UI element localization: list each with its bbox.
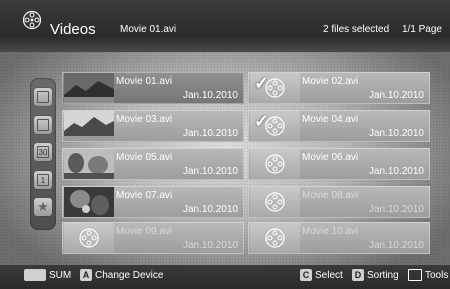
d-key-icon: D [352,269,364,281]
file-name: Movie 06.avi [302,152,359,163]
change-device-label: Change Device [95,269,164,281]
sort-sidebar: 30 1 ★ [30,78,56,230]
change-device-button[interactable]: A Change Device [80,269,163,281]
selection-status: 2 files selected 1/1 Page [313,24,442,35]
video-thumbnail [64,73,114,103]
sum-label: SUM [49,269,72,281]
file-tile[interactable]: Movie 09.avi Jan.10.2010 [62,222,244,254]
folder-icon[interactable] [34,88,52,106]
folder-icon[interactable] [34,116,52,134]
select-label: Select [315,269,343,281]
calendar-icon[interactable]: 30 [34,143,52,161]
footer-bar: SUM A Change Device C Select D Sorting T… [0,265,450,289]
file-name: Movie 01.avi [116,76,173,87]
file-date: Jan.10.2010 [182,166,238,177]
video-thumbnail [250,223,300,253]
file-tile[interactable]: Movie 03.avi Jan.10.2010 [62,110,244,142]
tools-icon [408,269,422,281]
video-thumbnail [64,187,114,217]
video-thumbnail: ✓ [250,111,300,141]
video-thumbnail [64,223,114,253]
select-button[interactable]: C Select [300,269,343,281]
video-thumbnail: ✓ [250,73,300,103]
file-name: Movie 08.avi [302,190,359,201]
video-thumbnail [64,111,114,141]
file-name: Movie 09.avi [116,226,173,237]
sum-button[interactable]: SUM [24,269,71,281]
file-tile[interactable]: ✓ Movie 02.avi Jan.10.2010 [248,72,430,104]
media-browser-screen: Videos Movie 01.avi 2 files selected 1/1… [0,0,450,289]
video-thumbnail [250,187,300,217]
header-bar: Videos Movie 01.avi 2 files selected 1/1… [0,0,450,52]
file-date: Jan.10.2010 [368,128,424,139]
checkmark-icon: ✓ [254,73,270,93]
checkmark-icon: ✓ [254,111,270,131]
file-date: Jan.10.2010 [182,90,238,101]
file-date: Jan.10.2010 [182,128,238,139]
file-tile[interactable]: Movie 07.avi Jan.10.2010 [62,186,244,218]
file-date: Jan.10.2010 [182,204,238,215]
file-name: Movie 02.avi [302,76,359,87]
sorting-label: Sorting [367,269,399,281]
page-title: Videos [50,21,96,38]
file-date: Jan.10.2010 [368,204,424,215]
current-file-name: Movie 01.avi [120,24,177,35]
c-key-icon: C [300,269,312,281]
star-icon[interactable]: ★ [34,198,52,216]
a-key-icon: A [80,269,92,281]
file-name: Movie 05.avi [116,152,173,163]
selected-count: 2 files selected [323,24,390,35]
film-reel-icon [265,154,285,174]
video-thumbnail [250,149,300,179]
film-reel-icon [79,228,99,248]
sum-key-icon [24,269,46,281]
file-tile[interactable]: Movie 10.avi Jan.10.2010 [248,222,430,254]
film-reel-icon [265,228,285,248]
file-date: Jan.10.2010 [368,166,424,177]
file-date: Jan.10.2010 [182,240,238,251]
file-tile[interactable]: Movie 08.avi Jan.10.2010 [248,186,430,218]
list-icon[interactable]: 1 [34,171,52,189]
tools-label: Tools [425,269,449,281]
sorting-button[interactable]: D Sorting [352,269,399,281]
video-thumbnail [64,149,114,179]
film-reel-icon [22,10,42,30]
file-tile[interactable]: Movie 06.avi Jan.10.2010 [248,148,430,180]
file-name: Movie 07.avi [116,190,173,201]
tools-button[interactable]: Tools [408,269,448,281]
file-date: Jan.10.2010 [368,240,424,251]
file-name: Movie 03.avi [116,114,173,125]
file-name: Movie 10.avi [302,226,359,237]
file-date: Jan.10.2010 [368,90,424,101]
file-name: Movie 04.avi [302,114,359,125]
page-indicator: 1/1 Page [401,24,442,35]
film-reel-icon [265,192,285,212]
file-tile[interactable]: Movie 01.avi Jan.10.2010 [62,72,244,104]
file-tile[interactable]: ✓ Movie 04.avi Jan.10.2010 [248,110,430,142]
file-tile[interactable]: Movie 05.avi Jan.10.2010 [62,148,244,180]
